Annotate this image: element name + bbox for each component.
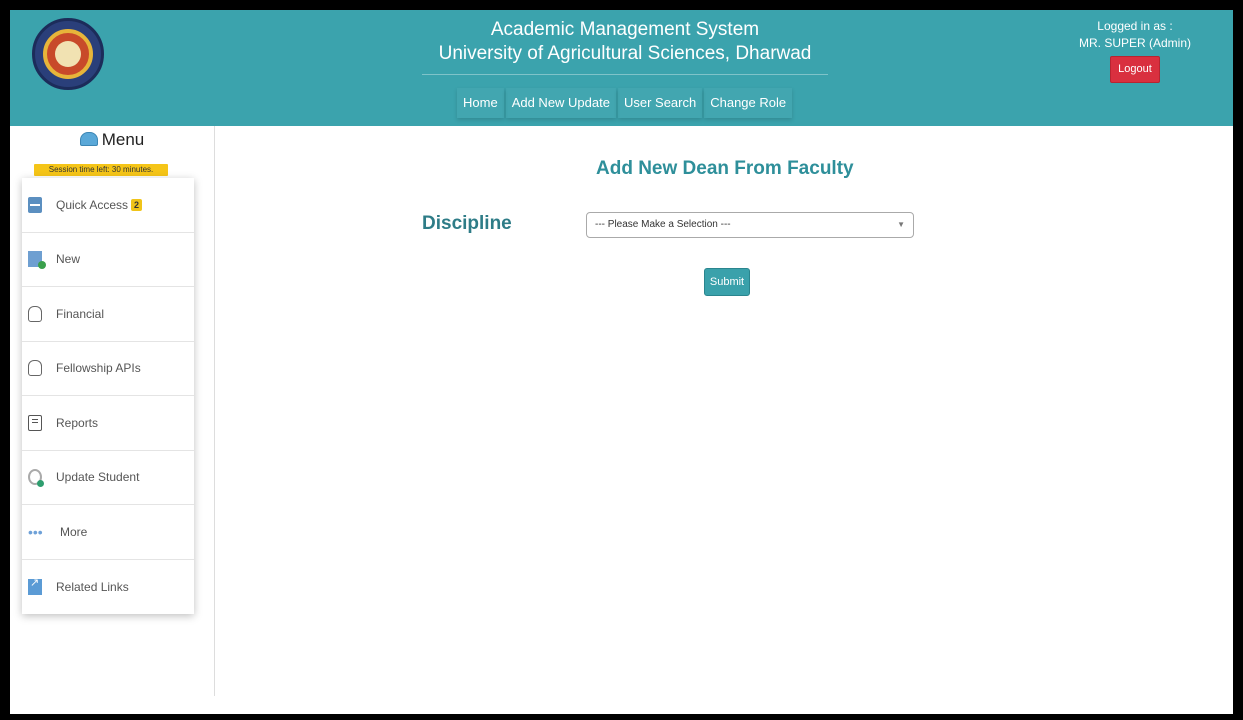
nav-change-role[interactable]: Change Role <box>704 88 793 118</box>
new-icon <box>28 251 46 270</box>
top-nav: Home Add New Update User Search Change R… <box>457 88 794 118</box>
discipline-select-value: --- Please Make a Selection --- <box>595 219 731 230</box>
sidebar-item-label: Reports <box>56 415 99 430</box>
nav-home[interactable]: Home <box>457 88 504 118</box>
fellowship-icon <box>28 360 42 377</box>
discipline-select[interactable]: --- Please Make a Selection --- ▼ <box>586 212 914 238</box>
logout-button[interactable]: Logout <box>1110 56 1160 83</box>
more-dots-icon: ••• <box>28 523 43 540</box>
user-name: MR. SUPER (Admin) <box>1078 36 1191 50</box>
chevron-down-icon: ▼ <box>897 220 905 229</box>
sidebar-item-label: Update Student <box>56 470 140 485</box>
app-title-line2: University of Agricultural Sciences, Dha… <box>438 43 812 64</box>
menu-title: Menu <box>10 128 214 152</box>
university-logo <box>32 18 104 90</box>
sidebar-item-label: Quick Access <box>56 197 129 212</box>
sidebar-item-financial[interactable]: Financial <box>22 287 194 342</box>
quick-access-badge: 2 <box>131 198 143 211</box>
app-title-line1: Academic Management System <box>490 19 760 40</box>
sidebar-item-label: Fellowship APIs <box>56 361 141 376</box>
session-timer: Session time left: 30 minutes. <box>34 164 168 176</box>
nav-add-new-update[interactable]: Add New Update <box>505 88 616 118</box>
submit-button[interactable]: Submit <box>704 268 750 296</box>
discipline-label: Discipline <box>422 213 512 234</box>
sidebar-item-quick-access[interactable]: Quick Access 2 <box>22 178 194 233</box>
reports-icon <box>28 414 42 431</box>
app-title: Academic Management System University of… <box>422 18 828 75</box>
sidebar-item-new[interactable]: New <box>22 233 194 287</box>
login-info: Logged in as : MR. SUPER (Admin) Logout <box>1060 18 1210 83</box>
sidebar-divider <box>214 126 215 696</box>
quick-access-icon <box>28 196 42 213</box>
financial-icon <box>28 305 42 322</box>
sidebar-item-label: Financial <box>56 306 105 321</box>
menu-title-text: Menu <box>101 130 145 149</box>
sidebar-item-label: New <box>56 252 81 267</box>
sidebar-item-label: More <box>60 524 88 539</box>
header: Academic Management System University of… <box>10 10 1233 126</box>
app-frame: Academic Management System University of… <box>10 10 1233 714</box>
logged-in-label: Logged in as : <box>1097 19 1173 33</box>
related-links-icon <box>28 576 42 595</box>
menu-icon <box>79 132 98 146</box>
sidebar-item-label: Related Links <box>56 579 129 594</box>
sidebar-menu: Quick Access 2 New Financial Fellowship … <box>22 178 194 614</box>
sidebar-item-fellowship-apis[interactable]: Fellowship APIs <box>22 342 194 396</box>
update-student-icon <box>28 469 44 488</box>
sidebar-item-more[interactable]: ••• More <box>22 505 194 560</box>
sidebar-item-related-links[interactable]: Related Links <box>22 560 194 615</box>
page-title: Add New Dean From Faculty <box>596 158 854 179</box>
sidebar-item-reports[interactable]: Reports <box>22 396 194 451</box>
nav-user-search[interactable]: User Search <box>617 88 703 118</box>
sidebar-item-update-student[interactable]: Update Student <box>22 451 194 505</box>
title-divider <box>422 74 828 75</box>
